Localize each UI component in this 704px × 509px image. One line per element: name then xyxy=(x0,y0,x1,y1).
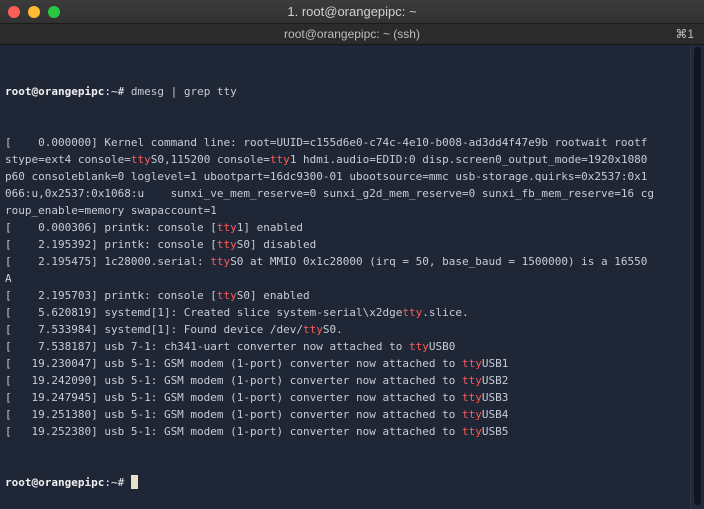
tab-bar: root@orangepipc: ~ (ssh) ⌘1 xyxy=(0,24,704,45)
output-text: [ 19.247945] usb 5-1: GSM modem (1-port)… xyxy=(5,391,462,404)
output-line: [ 0.000000] Kernel command line: root=UU… xyxy=(5,134,690,151)
grep-match: tty xyxy=(408,340,429,353)
output-text: [ 19.251380] usb 5-1: GSM modem (1-port)… xyxy=(5,408,462,421)
text-cursor xyxy=(130,475,138,489)
output-text: S0,115200 console= xyxy=(150,153,270,166)
grep-match: tty xyxy=(461,408,482,421)
output-text: roup_enable=memory swapaccount=1 xyxy=(5,204,217,217)
output-text: 1 hdmi.audio=EDID:0 disp.screen0_output_… xyxy=(289,153,648,166)
output-line: [ 7.533984] systemd[1]: Found device /de… xyxy=(5,321,690,338)
grep-match: tty xyxy=(216,289,237,302)
grep-match: tty xyxy=(461,357,482,370)
grep-match: tty xyxy=(461,374,482,387)
tab-shortcut-label: ⌘1 xyxy=(675,27,694,41)
scrollbar-thumb[interactable] xyxy=(694,47,701,505)
output-line: 066:u,0x2537:0x1068:u sunxi_ve_mem_reser… xyxy=(5,185,690,202)
output-text: .slice. xyxy=(422,306,469,319)
grep-match: tty xyxy=(210,255,231,268)
grep-match: tty xyxy=(303,323,323,336)
output-text: [ 2.195703] printk: console [ xyxy=(5,289,217,302)
output-line: [ 19.230047] usb 5-1: GSM modem (1-port)… xyxy=(5,355,690,372)
active-prompt-line[interactable]: root@orangepipc:~# xyxy=(5,474,690,491)
output-text: USB3 xyxy=(481,391,509,404)
output-text: [ 0.000000] Kernel command line: root=UU… xyxy=(5,136,648,149)
command-line: root@orangepipc:~# dmesg | grep tty xyxy=(5,83,690,100)
output-line: [ 19.251380] usb 5-1: GSM modem (1-port)… xyxy=(5,406,690,423)
grep-match: tty xyxy=(461,425,482,438)
output-text: S0] disabled xyxy=(236,238,317,251)
output-text: [ 0.000306] printk: console [ xyxy=(5,221,217,234)
output-text: USB4 xyxy=(481,408,509,421)
output-line: A xyxy=(5,270,690,287)
output-text: S0. xyxy=(322,323,343,336)
output-line: stype=ext4 console=ttyS0,115200 console=… xyxy=(5,151,690,168)
grep-match: tty xyxy=(216,238,237,251)
output-text: [ 2.195475] 1c28000.serial: xyxy=(5,255,211,268)
output-line: [ 19.242090] usb 5-1: GSM modem (1-port)… xyxy=(5,372,690,389)
output-text: USB1 xyxy=(481,357,509,370)
output-text: 066:u,0x2537:0x1068:u sunxi_ve_mem_reser… xyxy=(5,187,655,200)
output-text: USB2 xyxy=(481,374,509,387)
grep-match: tty xyxy=(269,153,290,166)
title-bar[interactable]: 1. root@orangepipc: ~ xyxy=(0,0,704,24)
prompt-user: root@orangepipc xyxy=(5,85,105,98)
output-line: [ 0.000306] printk: console [tty1] enabl… xyxy=(5,219,690,236)
output-text: S0 at MMIO 0x1c28000 (irq = 50, base_bau… xyxy=(230,255,648,268)
command-text: dmesg | grep tty xyxy=(124,85,237,98)
grep-match: tty xyxy=(216,221,237,234)
output-text: [ 19.230047] usb 5-1: GSM modem (1-port)… xyxy=(5,357,462,370)
output-line: [ 2.195475] 1c28000.serial: ttyS0 at MMI… xyxy=(5,253,690,270)
output-text: [ 7.533984] systemd[1]: Found device /de… xyxy=(5,323,304,336)
grep-match: tty xyxy=(130,153,151,166)
output-line: [ 7.538187] usb 7-1: ch341-uart converte… xyxy=(5,338,690,355)
grep-match: tty xyxy=(461,391,482,404)
output-line: [ 5.620819] systemd[1]: Created slice sy… xyxy=(5,304,690,321)
output-line: [ 2.195703] printk: console [ttyS0] enab… xyxy=(5,287,690,304)
output-line: p60 consoleblank=0 loglevel=1 ubootpart=… xyxy=(5,168,690,185)
scrollbar[interactable] xyxy=(690,45,704,509)
output-text: [ 19.242090] usb 5-1: GSM modem (1-port)… xyxy=(5,374,462,387)
output-lines: [ 0.000000] Kernel command line: root=UU… xyxy=(5,134,690,440)
output-text: S0] enabled xyxy=(236,289,310,302)
output-text: [ 2.195392] printk: console [ xyxy=(5,238,217,251)
output-text: [ 19.252380] usb 5-1: GSM modem (1-port)… xyxy=(5,425,462,438)
prompt-path: :~# xyxy=(104,85,125,98)
window-title: 1. root@orangepipc: ~ xyxy=(287,4,417,19)
grep-match: tty xyxy=(402,306,423,319)
output-text: 1] enabled xyxy=(236,221,304,234)
output-text: USB0 xyxy=(428,340,456,353)
terminal-window: 1. root@orangepipc: ~ root@orangepipc: ~… xyxy=(0,0,704,509)
output-line: [ 2.195392] printk: console [ttyS0] disa… xyxy=(5,236,690,253)
output-line: roup_enable=memory swapaccount=1 xyxy=(5,202,690,219)
output-text: stype=ext4 console= xyxy=(5,153,131,166)
output-line: [ 19.252380] usb 5-1: GSM modem (1-port)… xyxy=(5,423,690,440)
prompt-path: :~# xyxy=(104,476,125,489)
prompt-user: root@orangepipc xyxy=(5,476,105,489)
output-text: p60 consoleblank=0 loglevel=1 ubootpart=… xyxy=(5,170,648,183)
output-text: [ 5.620819] systemd[1]: Created slice sy… xyxy=(5,306,403,319)
output-text: [ 7.538187] usb 7-1: ch341-uart converte… xyxy=(5,340,409,353)
output-line: [ 19.247945] usb 5-1: GSM modem (1-port)… xyxy=(5,389,690,406)
tab-ssh-session[interactable]: root@orangepipc: ~ (ssh) xyxy=(0,24,704,44)
output-text: A xyxy=(5,272,12,285)
output-text: USB5 xyxy=(481,425,509,438)
terminal-output[interactable]: root@orangepipc:~# dmesg | grep tty [ 0.… xyxy=(0,45,690,509)
